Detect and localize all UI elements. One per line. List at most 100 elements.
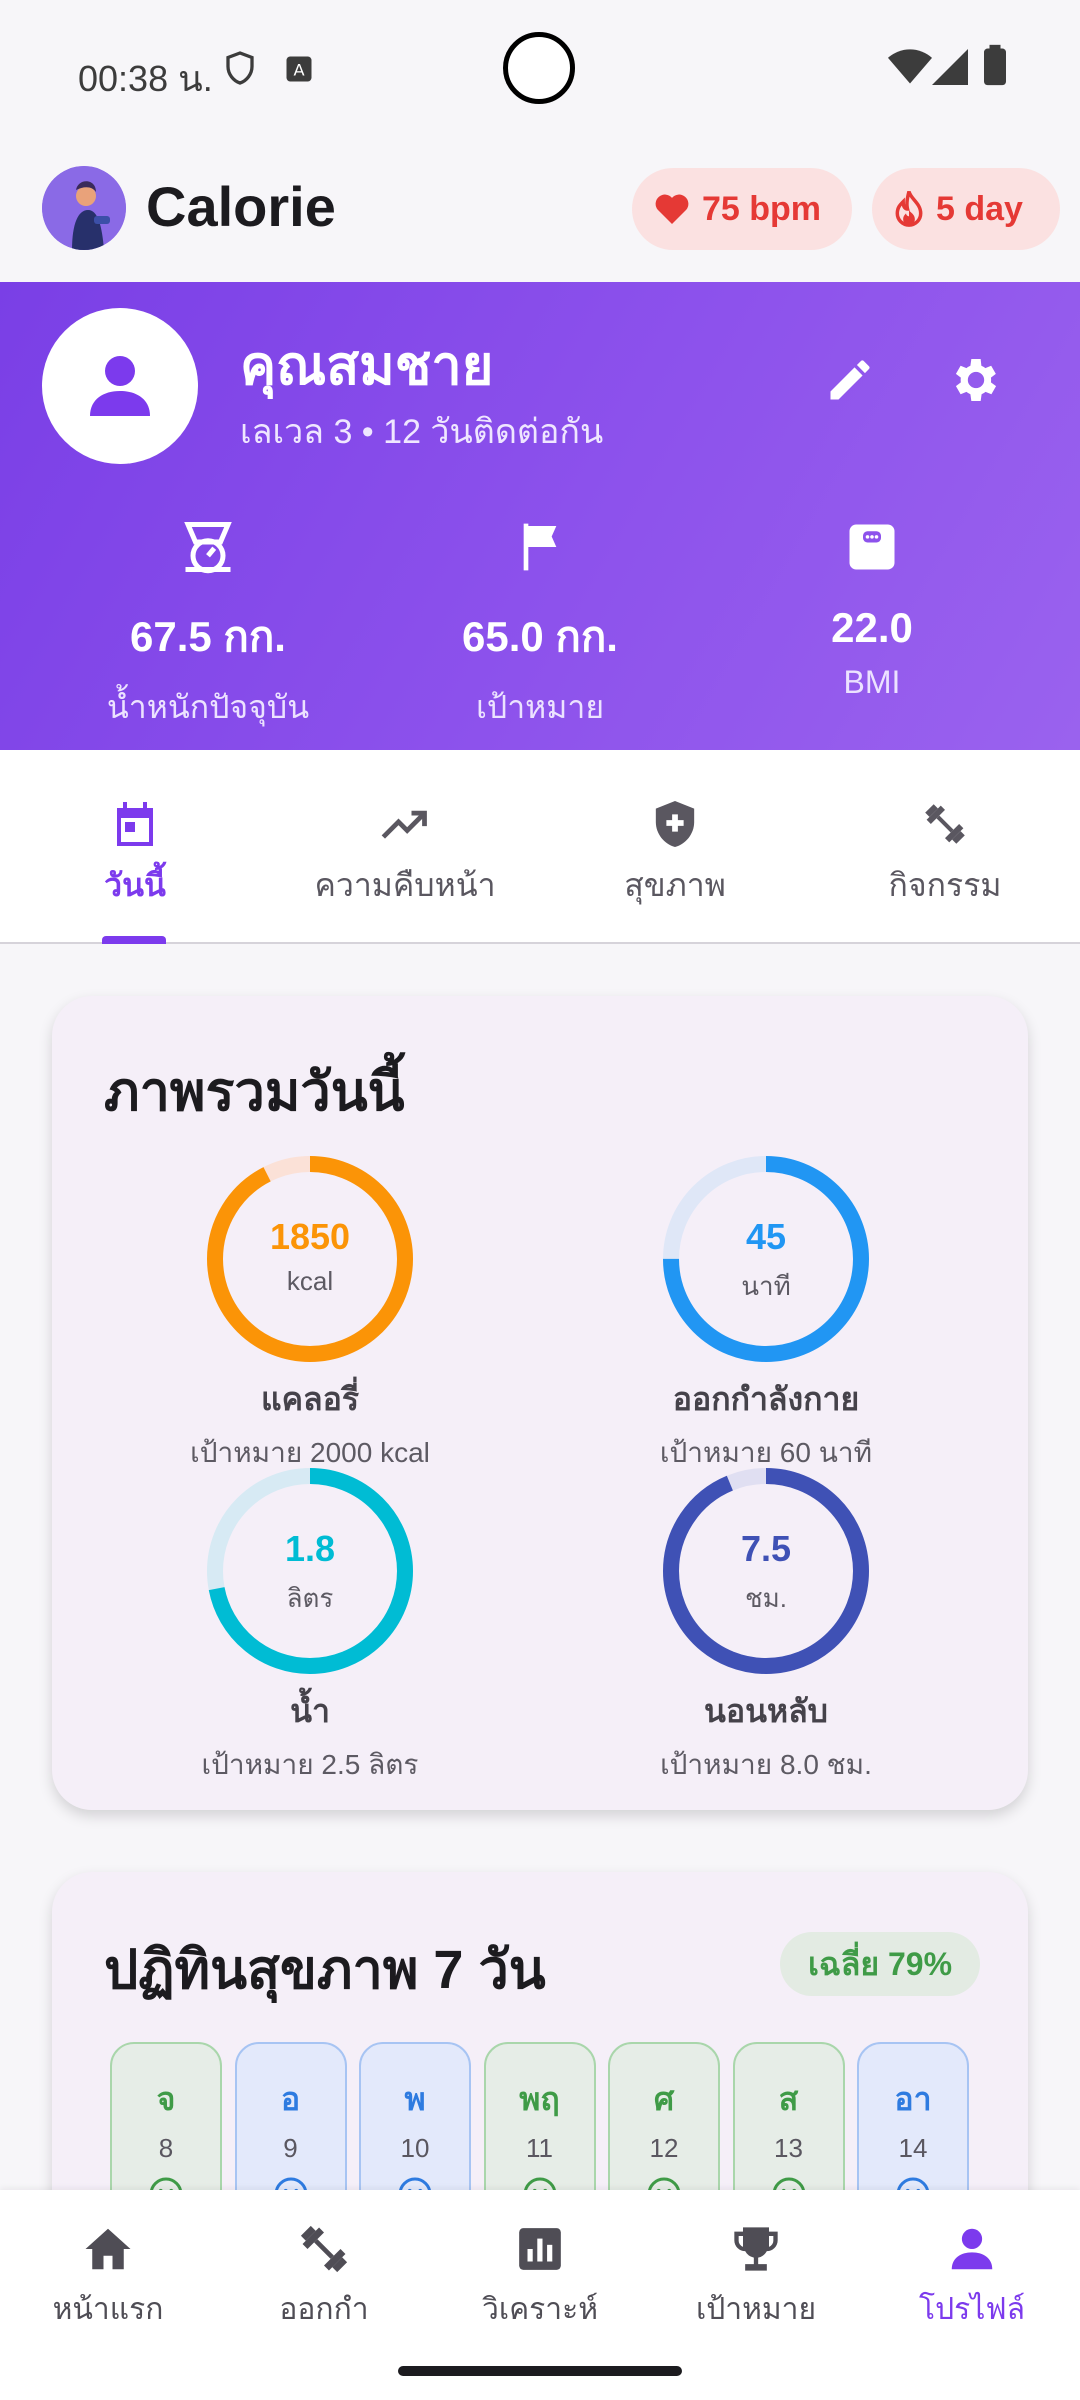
battery-icon [984, 44, 1006, 91]
day-date: 8 [158, 2133, 174, 2163]
dumbbell-icon [810, 796, 1080, 852]
profile-banner: คุณสมชาย เลเวล 3 • 12 วันติดต่อกัน 67.5 … [0, 282, 1080, 750]
active-tab-indicator [102, 936, 166, 944]
tab-health[interactable]: สุขภาพ [540, 796, 810, 911]
overview-title: ภาพรวมวันนี้ [104, 1062, 405, 1122]
ring-progress-arc [207, 1156, 413, 1362]
day-date: 9 [283, 2133, 298, 2163]
person-avatar-icon [90, 356, 150, 416]
heart-rate-value: 75 bpm [702, 189, 822, 228]
user-name: คุณสมชาย [240, 336, 494, 396]
home-icon [0, 2216, 216, 2282]
fire-icon [895, 190, 923, 227]
health-shield-icon [540, 796, 810, 852]
calories-ring [207, 1156, 413, 1362]
app-logo [42, 166, 126, 250]
sleep-ring [663, 1468, 869, 1674]
calories-metric[interactable]: 1850 kcal แคลอรี่ เป้าหมาย 2000 kcal [110, 1154, 510, 1475]
target-weight-label: เป้าหมาย [475, 689, 605, 725]
calories-unit: kcal [286, 1266, 334, 1296]
status-time: 00:38 น. [78, 58, 213, 99]
current-weight-label: น้ำหนักปัจจุบัน [106, 689, 310, 725]
exercise-value: 45 [745, 1216, 787, 1257]
nav-profile[interactable]: โปรไฟล์ [864, 2216, 1080, 2333]
tab-progress-label: ความคืบหน้า [314, 867, 496, 903]
heart-icon [655, 194, 689, 224]
exercise-unit: นาที [741, 1271, 791, 1301]
flag-icon [360, 512, 720, 582]
settings-button[interactable] [944, 348, 1008, 412]
water-label: น้ำ [290, 1693, 330, 1729]
day-date: 10 [400, 2133, 430, 2163]
water-goal: เป้าหมาย 2.5 ลิตร [201, 1749, 419, 1780]
day-name: จ [156, 2081, 176, 2117]
gear-icon [955, 359, 997, 401]
day-name: อ [280, 2081, 301, 2117]
bmi-value: 22.0 [831, 604, 913, 651]
current-weight-value: 67.5 กก. [130, 613, 286, 660]
streak-badge[interactable]: 5 day [872, 168, 1060, 250]
day-date: 13 [774, 2133, 803, 2163]
user-level-streak: เลเวล 3 • 12 วันติดต่อกัน [240, 413, 604, 451]
tab-today-label: วันนี้ [104, 867, 166, 903]
home-gesture-bar[interactable] [398, 2366, 682, 2376]
average-score-badge: เฉลี่ย 79% [780, 1932, 980, 1996]
day-name: ส [778, 2081, 799, 2117]
nav-goals-label: เป้าหมาย [695, 2293, 817, 2326]
day-date: 11 [526, 2133, 553, 2163]
nav-home[interactable]: หน้าแรก [0, 2216, 216, 2333]
stat-target-weight: 65.0 กก. เป้าหมาย [360, 512, 720, 733]
calories-label: แคลอรี่ [260, 1381, 360, 1417]
tab-progress[interactable]: ความคืบหน้า [270, 796, 540, 911]
dumbbell-icon [216, 2216, 432, 2282]
calories-value: 1850 [269, 1216, 351, 1257]
person-icon [864, 2216, 1080, 2282]
nav-exercise[interactable]: ออกกำ [216, 2216, 432, 2333]
nav-goals[interactable]: เป้าหมาย [648, 2216, 864, 2333]
nav-analytics-label: วิเคราะห์ [481, 2293, 598, 2326]
target-weight-value: 65.0 กก. [462, 613, 618, 660]
water-value: 1.8 [284, 1528, 336, 1569]
exercise-ring [663, 1156, 869, 1362]
calendar-icon [0, 796, 270, 852]
analytics-icon [432, 2216, 648, 2282]
bmi-icon [692, 512, 1052, 582]
tab-activity[interactable]: กิจกรรม [810, 796, 1080, 911]
tab-health-label: สุขภาพ [624, 867, 726, 903]
nav-profile-label: โปรไฟล์ [919, 2293, 1025, 2326]
app-title: Calorie [146, 175, 336, 238]
app-header: Calorie 75 bpm 5 day [0, 140, 1080, 282]
calendar-title: ปฏิทินสุขภาพ 7 วัน [104, 1940, 546, 2000]
nav-analytics[interactable]: วิเคราะห์ [432, 2216, 648, 2333]
ring-progress-arc [663, 1468, 869, 1674]
day-date: 14 [898, 2133, 928, 2163]
water-metric[interactable]: 1.8 ลิตร น้ำ เป้าหมาย 2.5 ลิตร [110, 1466, 510, 1787]
sleep-label: นอนหลับ [704, 1693, 828, 1729]
status-bar: 00:38 น. A [0, 0, 1080, 140]
section-tabs: วันนี้ ความคืบหน้า สุขภาพ กิจกรรม [0, 750, 1080, 944]
sleep-goal: เป้าหมาย 8.0 ชม. [660, 1749, 872, 1780]
day-name: อา [894, 2081, 932, 2117]
day-name: พ [404, 2081, 426, 2117]
trending-up-icon [270, 796, 540, 852]
exercise-metric[interactable]: 45 นาที ออกกำลังกาย เป้าหมาย 60 นาที [566, 1154, 966, 1475]
streak-value: 5 day [936, 189, 1023, 228]
today-overview-card: ภาพรวมวันนี้ 1850 kcal แคลอรี่ เป้าหมาย … [52, 996, 1028, 1810]
bmi-label: BMI [843, 664, 901, 700]
stat-bmi: 22.0 BMI [692, 512, 1052, 701]
tab-today[interactable]: วันนี้ [0, 796, 270, 911]
svg-text:A: A [293, 60, 304, 79]
scale-icon [28, 512, 388, 582]
keyboard-status-icon: A [284, 54, 314, 89]
water-ring [207, 1468, 413, 1674]
sleep-unit: ชม. [744, 1583, 787, 1613]
stat-current-weight: 67.5 กก. น้ำหนักปัจจุบัน [28, 512, 388, 733]
avatar[interactable] [42, 308, 198, 464]
day-date: 12 [649, 2133, 679, 2163]
day-name: ศ [653, 2081, 675, 2117]
day-name: พฤ [519, 2081, 560, 2117]
heart-rate-badge[interactable]: 75 bpm [632, 168, 852, 250]
exercise-label: ออกกำลังกาย [672, 1381, 860, 1417]
sleep-metric[interactable]: 7.5 ชม. นอนหลับ เป้าหมาย 8.0 ชม. [566, 1466, 966, 1787]
edit-profile-button[interactable] [818, 348, 882, 412]
